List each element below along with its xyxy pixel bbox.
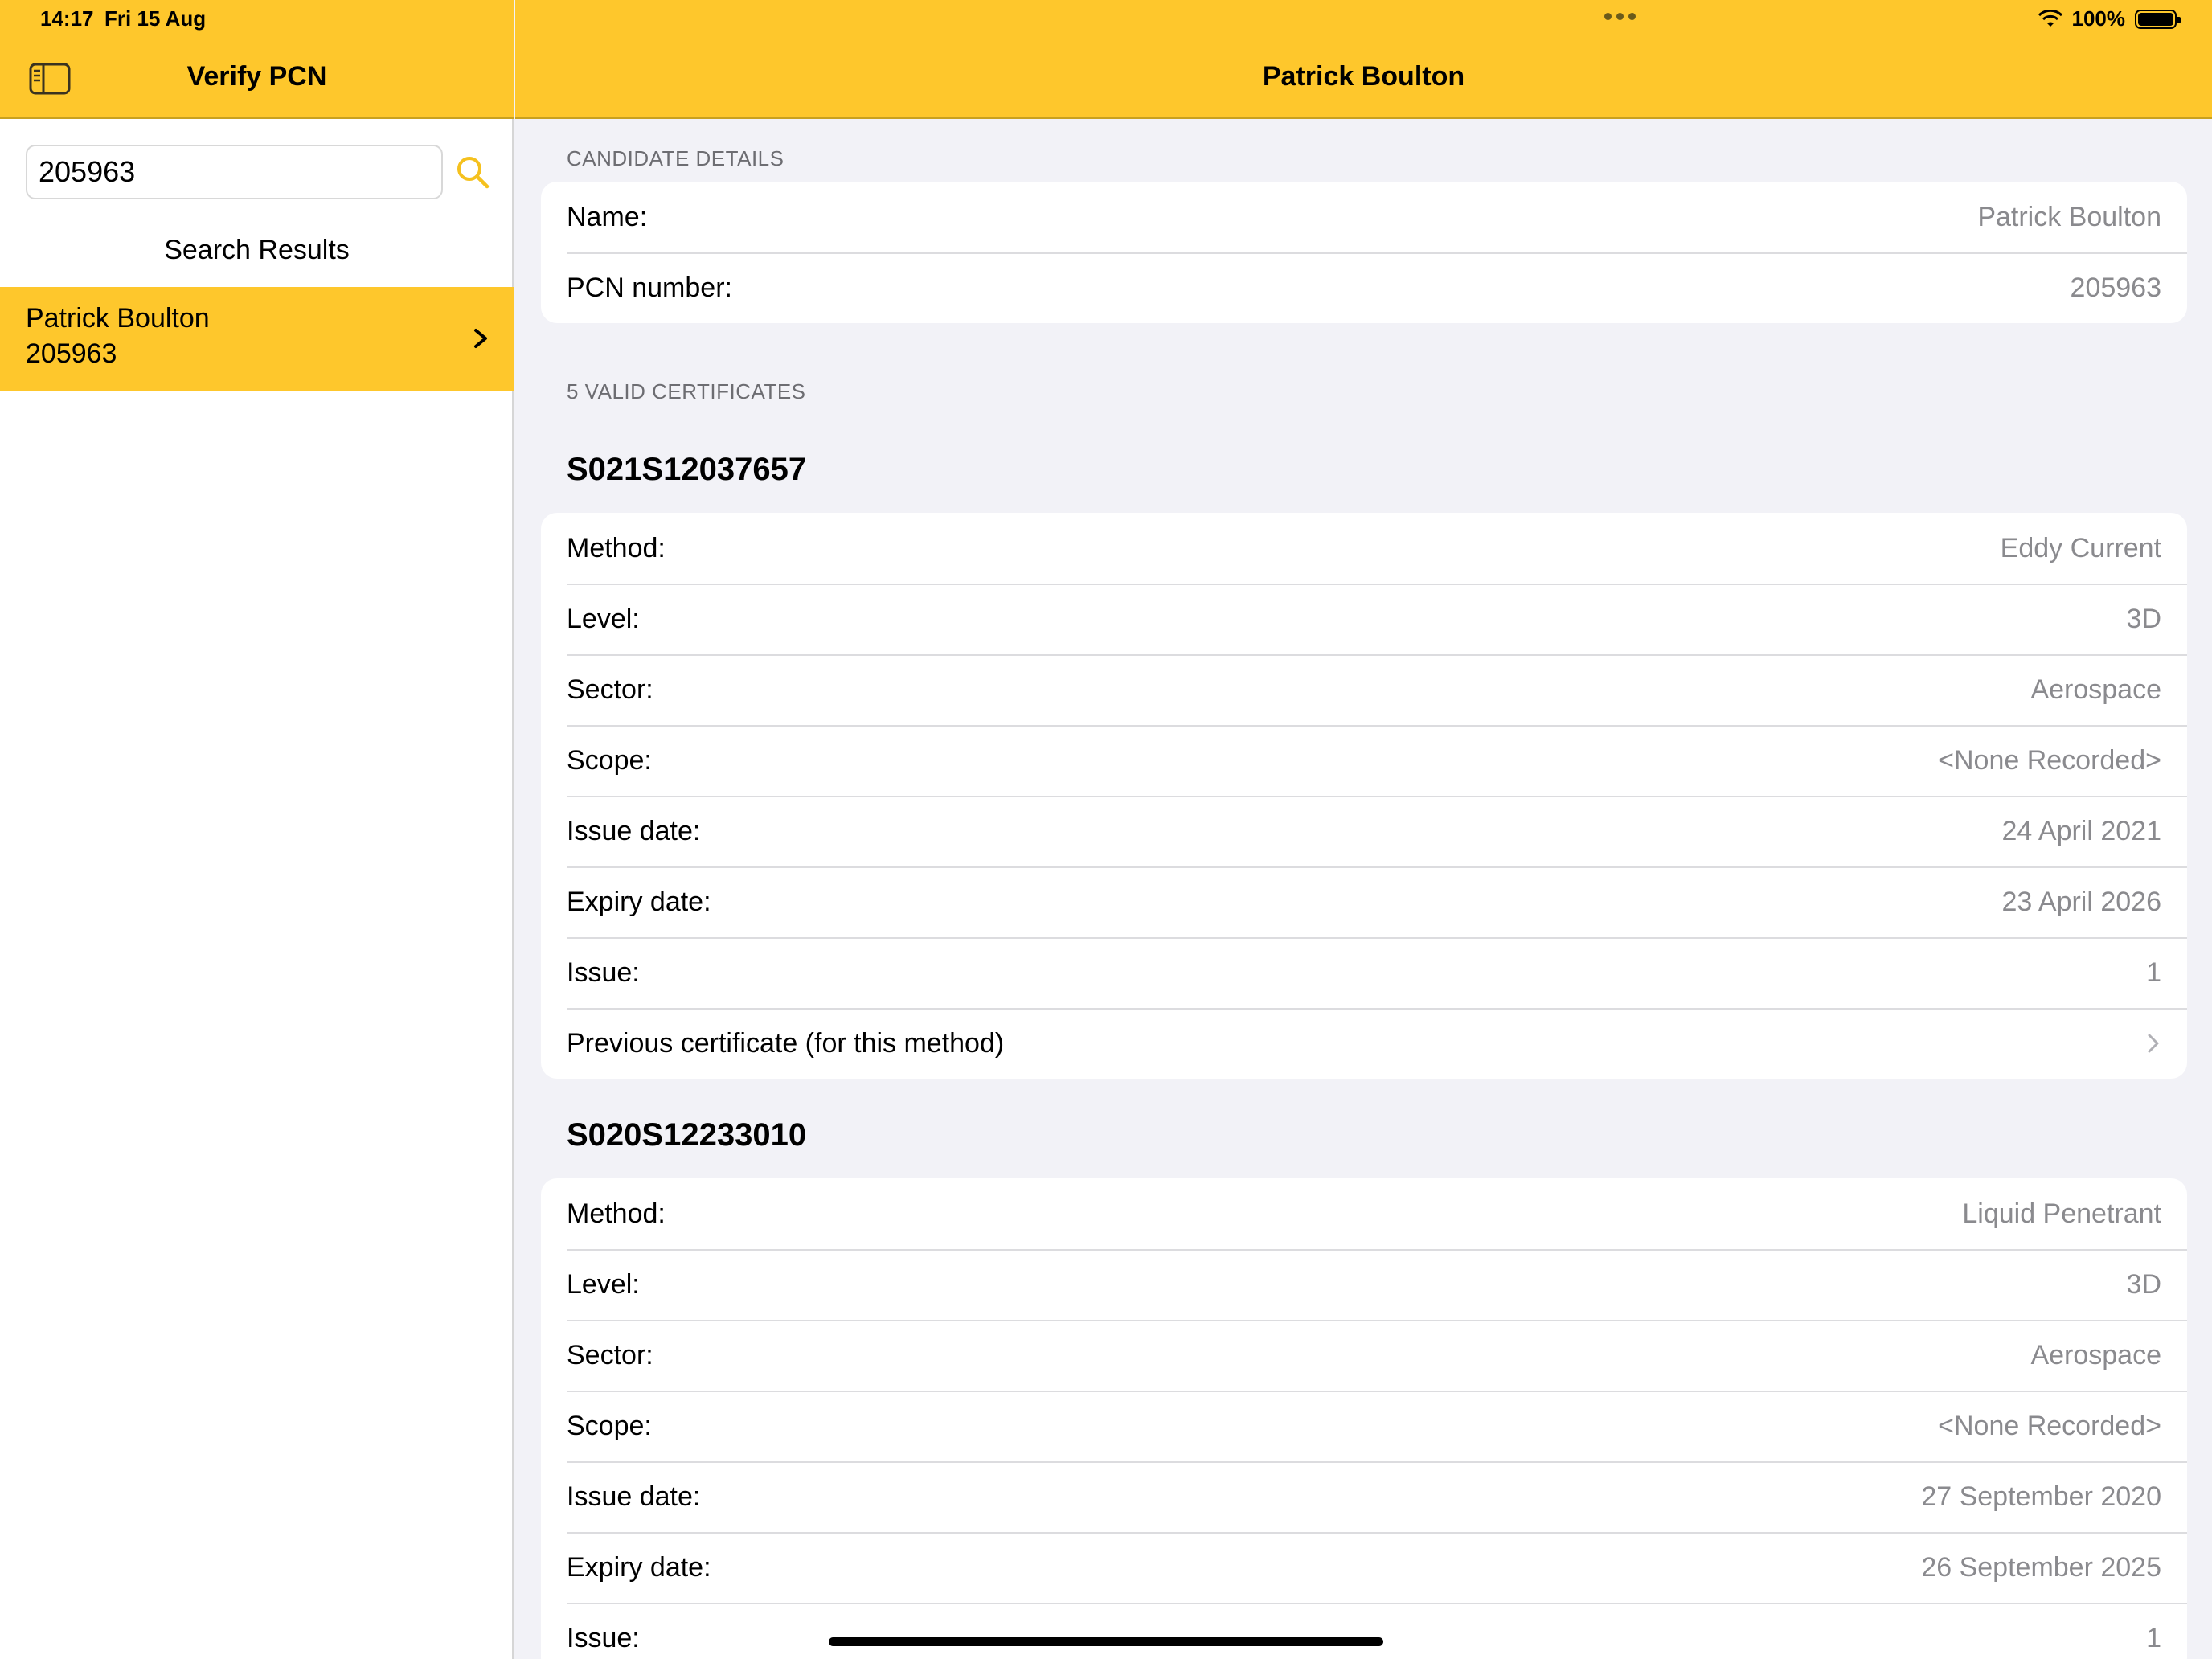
- row-label: Issue:: [567, 1622, 640, 1653]
- row-label: Level:: [567, 1268, 640, 1300]
- status-date: Fri 15 Aug: [104, 6, 207, 31]
- row-value: 23 April 2026: [2001, 886, 2162, 917]
- row-value: 3D: [2126, 603, 2161, 634]
- row-label: Issue:: [567, 956, 640, 988]
- result-number: 205963: [26, 338, 117, 369]
- search-input[interactable]: 205963: [26, 145, 443, 199]
- sector-row: Sector: Aerospace: [541, 654, 2187, 725]
- row-value: <None Recorded>: [1938, 744, 2161, 776]
- row-value: Liquid Penetrant: [1962, 1198, 2161, 1229]
- expiry-date-row: Expiry date: 26 September 2025: [541, 1532, 2187, 1603]
- row-value: 27 September 2020: [1921, 1481, 2161, 1512]
- sidebar-title: Verify PCN: [186, 61, 327, 92]
- search-icon[interactable]: [455, 154, 490, 190]
- row-value: 3D: [2126, 1268, 2161, 1300]
- row-label: Level:: [567, 603, 640, 634]
- row-value: 1: [2146, 956, 2161, 988]
- main-content[interactable]: CANDIDATE DETAILS Name: Patrick Boulton …: [515, 121, 2212, 1659]
- row-value: 24 April 2021: [2001, 815, 2162, 846]
- issue-row: Issue: 1: [541, 1603, 2187, 1659]
- row-label: Expiry date:: [567, 886, 711, 917]
- method-row: Method: Liquid Penetrant: [541, 1178, 2187, 1249]
- level-row: Level: 3D: [541, 584, 2187, 654]
- result-name: Patrick Boulton: [26, 303, 210, 334]
- home-indicator[interactable]: [829, 1637, 1383, 1646]
- row-label: Method:: [567, 532, 666, 563]
- search-result-item[interactable]: Patrick Boulton 205963: [0, 287, 514, 391]
- multitasking-dots-icon[interactable]: [1604, 13, 1636, 20]
- row-value: 1: [2146, 1622, 2161, 1653]
- row-value: Patrick Boulton: [1977, 201, 2161, 232]
- row-label: Name:: [567, 201, 648, 232]
- row-value: 26 September 2025: [1921, 1551, 2161, 1583]
- row-value: <None Recorded>: [1938, 1410, 2161, 1441]
- row-label: Method:: [567, 1198, 666, 1229]
- certificate-title: S020S12233010: [567, 1117, 807, 1153]
- previous-certificate-row[interactable]: Previous certificate (for this method): [541, 1008, 2187, 1079]
- row-label: Issue date:: [567, 815, 701, 846]
- scope-row: Scope: <None Recorded>: [541, 1391, 2187, 1461]
- main-header: 100% Patrick Boulton: [515, 0, 2212, 119]
- pcn-row: PCN number: 205963: [541, 252, 2187, 323]
- level-row: Level: 3D: [541, 1249, 2187, 1320]
- row-value: 205963: [2070, 272, 2161, 303]
- certificate-title: S021S12037657: [567, 452, 807, 487]
- name-row: Name: Patrick Boulton: [541, 182, 2187, 252]
- sidebar: 14:17 Fri 15 Aug Verify PCN 205963 Searc…: [0, 0, 514, 1659]
- row-value: Aerospace: [2030, 1339, 2161, 1370]
- candidate-details-header: CANDIDATE DETAILS: [567, 146, 784, 170]
- page-title: Patrick Boulton: [1262, 61, 1465, 92]
- row-label: Sector:: [567, 1339, 653, 1370]
- row-label: Sector:: [567, 674, 653, 705]
- issue-date-row: Issue date: 27 September 2020: [541, 1461, 2187, 1532]
- sector-row: Sector: Aerospace: [541, 1320, 2187, 1391]
- row-value: Eddy Current: [2000, 532, 2161, 563]
- search-results-label: Search Results: [164, 235, 350, 265]
- battery-icon: [2135, 9, 2181, 29]
- valid-certificates-header: 5 VALID CERTIFICATES: [567, 379, 806, 403]
- expiry-date-row: Expiry date: 23 April 2026: [541, 866, 2187, 937]
- certificate-card: Method: Eddy Current Level: 3D Sector: Aero…: [541, 513, 2187, 1079]
- status-time: 14:17: [40, 6, 94, 31]
- scope-row: Scope: <None Recorded>: [541, 725, 2187, 796]
- issue-row: Issue: 1: [541, 937, 2187, 1008]
- battery-percent: 100%: [2071, 6, 2126, 31]
- row-label: PCN number:: [567, 272, 732, 303]
- chevron-right-icon: [474, 329, 487, 348]
- row-label: Scope:: [567, 744, 652, 776]
- sidebar-header: 14:17 Fri 15 Aug Verify PCN: [0, 0, 514, 119]
- wifi-icon: [2038, 10, 2062, 27]
- row-value: Aerospace: [2030, 674, 2161, 705]
- row-label: Issue date:: [567, 1481, 701, 1512]
- certificate-card: Method: Liquid Penetrant Level: 3D Sector:…: [541, 1178, 2187, 1659]
- previous-certificate-label: Previous certificate (for this method): [567, 1027, 1005, 1059]
- status-indicators: 100%: [2038, 6, 2181, 31]
- issue-date-row: Issue date: 24 April 2021: [541, 796, 2187, 866]
- row-label: Scope:: [567, 1410, 652, 1441]
- method-row: Method: Eddy Current: [541, 513, 2187, 584]
- chevron-right-icon: [2148, 1034, 2159, 1053]
- candidate-card: Name: Patrick Boulton PCN number: 205963: [541, 182, 2187, 323]
- row-label: Expiry date:: [567, 1551, 711, 1583]
